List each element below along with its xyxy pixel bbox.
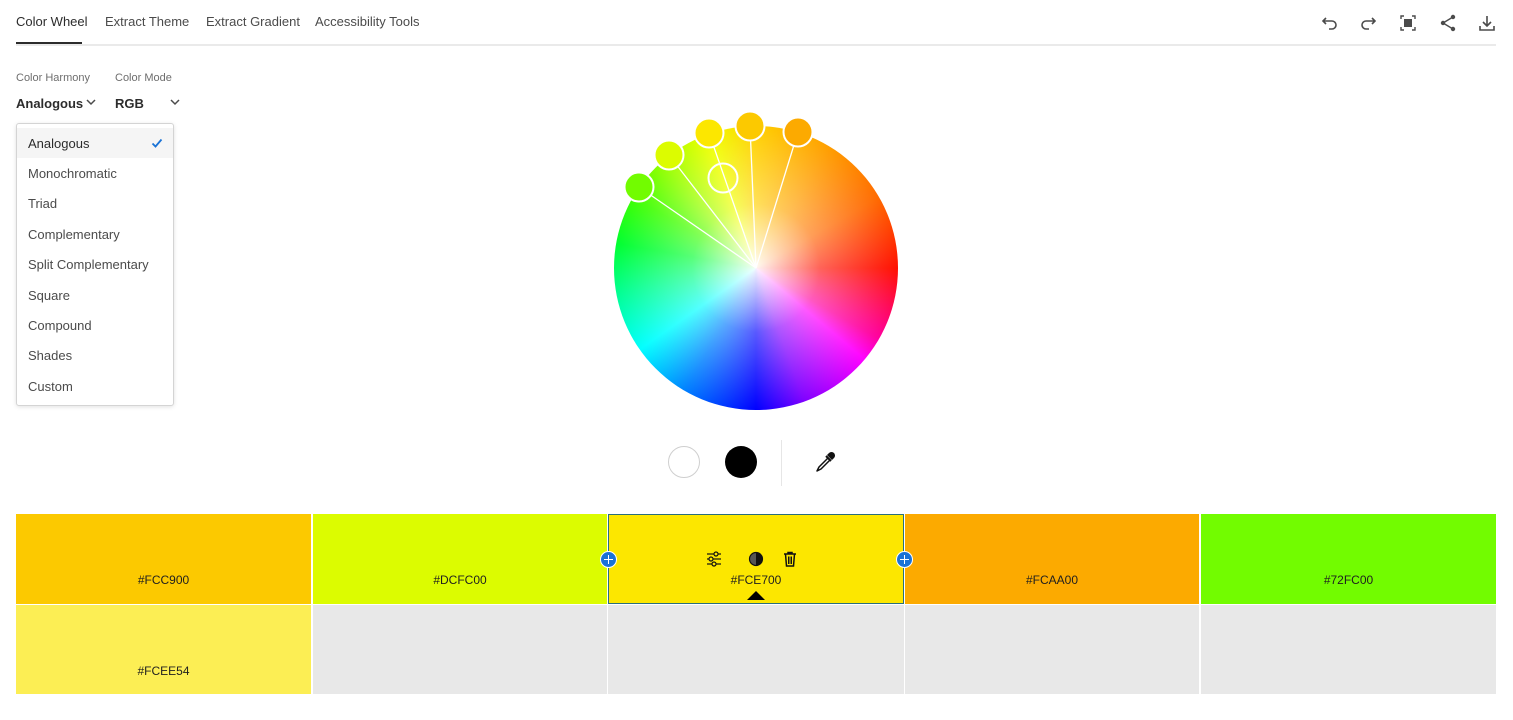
menu-item-label: Split Complementary — [28, 256, 149, 272]
handle-line — [755, 131, 799, 269]
handle-line — [708, 132, 757, 269]
contrast-icon[interactable] — [747, 550, 765, 568]
menu-item-label: Triad — [28, 195, 58, 211]
swatch-hex: #FCC900 — [137, 573, 190, 587]
tab-extract-theme[interactable]: Extract Theme — [105, 14, 189, 29]
checkmark-icon — [151, 138, 163, 148]
shade-swatch-empty — [608, 605, 904, 694]
menu-item-label: Monochromatic — [28, 165, 117, 181]
add-color-left-button[interactable] — [600, 551, 617, 568]
add-color-right-button[interactable] — [896, 551, 913, 568]
wheel-handle-shade[interactable] — [707, 162, 739, 194]
color-wheel[interactable] — [600, 100, 920, 420]
swatch-hex: #FCAA00 — [1025, 573, 1079, 587]
color-mode-picker[interactable]: RGB — [115, 94, 185, 112]
color-mode-label: Color Mode — [115, 72, 172, 84]
tab-bar: Color Wheel Extract Theme Extract Gradie… — [16, 0, 1496, 46]
redo-icon — [1361, 17, 1377, 30]
wheel-handle-base[interactable] — [693, 117, 725, 149]
handle-line — [749, 125, 757, 269]
wheel-handle[interactable] — [782, 116, 814, 148]
color-harmony-label: Color Harmony — [16, 72, 90, 84]
color-mode-value: RGB — [115, 95, 144, 111]
swatch-panel: #FCC900 #DCFC00 #FCE700 #FCAA00 #72FC00 — [16, 514, 1496, 695]
swatch-4[interactable]: #FCAA00 — [905, 514, 1199, 604]
eyedropper-icon — [816, 451, 836, 472]
menu-item-custom[interactable]: Custom — [17, 371, 173, 401]
adjust-sliders-icon[interactable] — [705, 550, 723, 568]
fullscreen-button[interactable] — [1397, 12, 1419, 34]
menu-item-label: Compound — [28, 317, 92, 333]
handle-line — [668, 154, 757, 269]
redo-button[interactable] — [1357, 12, 1379, 34]
color-harmony-picker[interactable]: Analogous — [16, 94, 100, 112]
chevron-down-icon — [86, 99, 96, 106]
menu-item-square[interactable]: Square — [17, 280, 173, 310]
color-harmony-value: Analogous — [16, 95, 84, 111]
download-button[interactable] — [1476, 12, 1498, 34]
swatch-3-active[interactable]: #FCE700 — [608, 514, 904, 604]
delete-icon[interactable] — [781, 550, 799, 568]
download-icon — [1479, 16, 1495, 31]
tab-accessibility-tools[interactable]: Accessibility Tools — [315, 14, 420, 29]
white-color-button[interactable] — [668, 446, 700, 478]
swatch-tools — [608, 550, 904, 568]
active-tab-indicator — [16, 42, 82, 44]
menu-item-complementary[interactable]: Complementary — [17, 219, 173, 249]
swatch-1[interactable]: #FCC900 — [16, 514, 311, 604]
wheel-handle[interactable] — [623, 171, 655, 203]
shade-swatch-1[interactable]: #FCEE54 — [16, 605, 311, 694]
menu-item-compound[interactable]: Compound — [17, 310, 173, 340]
menu-item-label: Complementary — [28, 226, 120, 242]
menu-item-label: Custom — [28, 378, 73, 394]
shade-swatch-empty — [313, 605, 607, 694]
handle-line — [638, 186, 757, 269]
shade-hex: #FCEE54 — [137, 664, 190, 678]
swatch-2[interactable]: #DCFC00 — [313, 514, 607, 604]
menu-item-label: Shades — [28, 347, 73, 363]
wheel-handle[interactable] — [734, 110, 766, 142]
fullscreen-icon — [1400, 15, 1416, 31]
active-swatch-indicator — [747, 591, 765, 600]
menu-item-shades[interactable]: Shades — [17, 340, 173, 370]
shade-swatch-empty — [1201, 605, 1496, 694]
share-icon — [1440, 14, 1456, 32]
tab-color-wheel[interactable]: Color Wheel — [16, 14, 88, 29]
share-button[interactable] — [1437, 12, 1459, 34]
menu-item-split-complementary[interactable]: Split Complementary — [17, 249, 173, 279]
eyedropper-button[interactable] — [812, 449, 838, 475]
menu-item-label: Square — [28, 287, 70, 303]
shade-swatch-empty — [905, 605, 1199, 694]
chevron-down-icon — [170, 99, 180, 106]
menu-item-monochromatic[interactable]: Monochromatic — [17, 158, 173, 188]
black-color-button[interactable] — [725, 446, 757, 478]
undo-icon — [1321, 17, 1337, 30]
color-harmony-menu: Analogous Monochromatic Triad Complement… — [16, 123, 174, 406]
swatch-5[interactable]: #72FC00 — [1201, 514, 1496, 604]
color-wheel-overlay — [623, 110, 814, 269]
menu-item-analogous[interactable]: Analogous — [17, 128, 173, 158]
wheel-handle[interactable] — [653, 139, 685, 171]
menu-item-label: Analogous — [28, 135, 90, 151]
undo-button[interactable] — [1319, 12, 1341, 34]
tab-extract-gradient[interactable]: Extract Gradient — [206, 14, 300, 29]
divider — [781, 440, 782, 486]
menu-item-triad[interactable]: Triad — [17, 188, 173, 218]
swatch-hex: #DCFC00 — [433, 573, 487, 587]
swatch-hex: #72FC00 — [1323, 573, 1374, 587]
swatch-hex: #FCE700 — [730, 573, 782, 587]
